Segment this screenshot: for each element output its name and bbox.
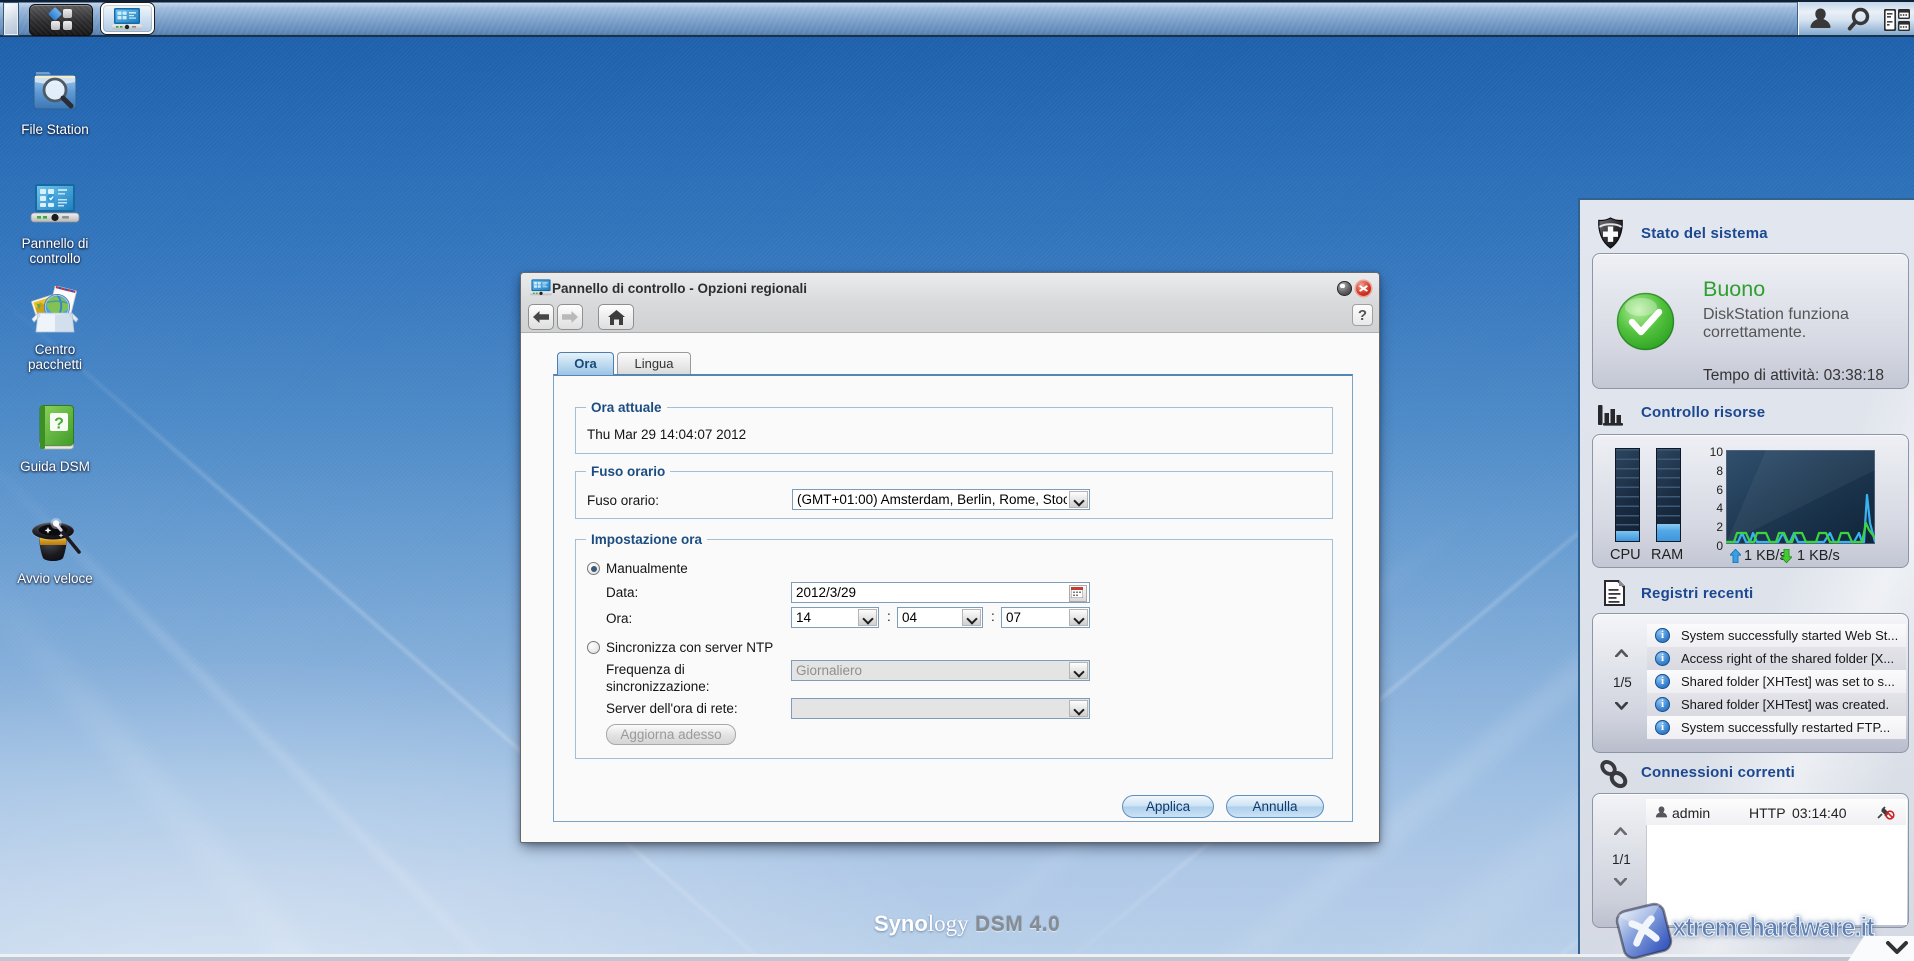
svg-text:?: ? xyxy=(54,416,64,433)
